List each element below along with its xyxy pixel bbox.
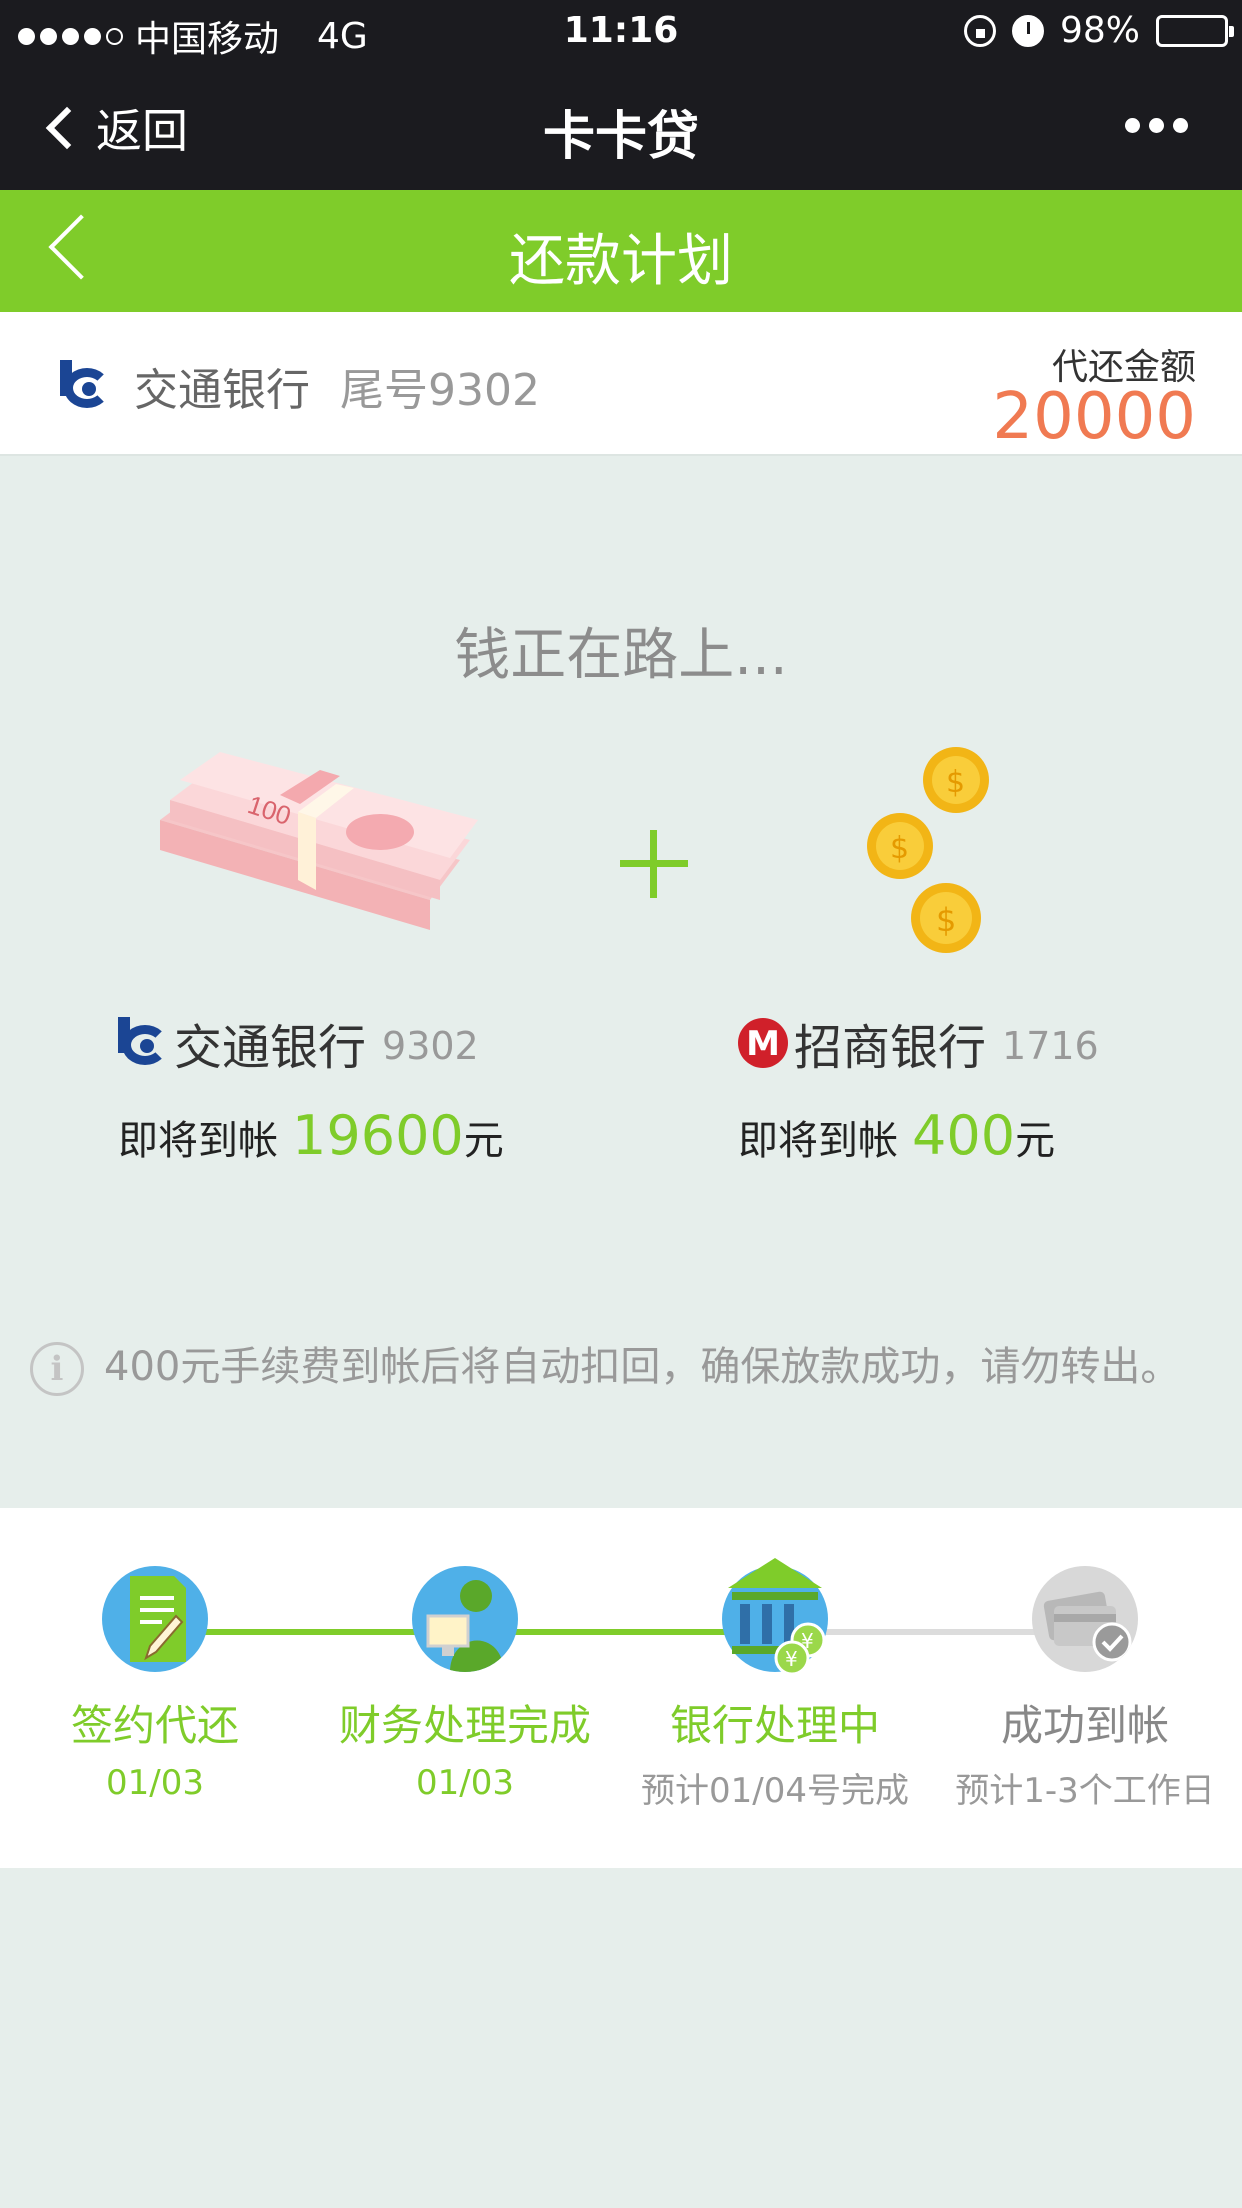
svg-text:$: $: [890, 831, 909, 866]
step-sign-name: 签约代还: [70, 1701, 239, 1750]
step-arrival-estimate: 预计1-3个工作日: [955, 1771, 1215, 1811]
rotation-lock-icon: [963, 14, 996, 47]
coins-icon: $ $ $: [867, 747, 989, 953]
cmb-logo-icon: [738, 1018, 788, 1068]
page-title: 还款计划: [509, 229, 733, 294]
left-bank: 交通银行 9302: [118, 1008, 479, 1078]
account-summary: 交通银行 尾号9302 代还金额 20000: [0, 312, 1242, 456]
info-icon: i: [30, 1342, 84, 1396]
right-bank-name: 招商银行: [794, 1020, 987, 1076]
fee-notice-text: 400元手续费到帐后将自动扣回，确保放款成功，请勿转出。: [104, 1344, 1181, 1390]
plus-icon: [620, 830, 688, 898]
right-arrival-label: 即将到帐: [738, 1118, 898, 1164]
status-bar: 中国移动 4G 11:16 98%: [0, 0, 1242, 62]
svg-text:¥: ¥: [801, 1629, 814, 1653]
account-bank: 交通银行 尾号9302: [60, 354, 540, 418]
repay-amount: 20000: [992, 380, 1196, 454]
transfer-heading: 钱正在路上...: [454, 623, 788, 688]
cash-stack-icon: 100: [160, 752, 478, 930]
more-options-icon[interactable]: [1125, 118, 1188, 133]
contract-sign-icon: [102, 1566, 208, 1672]
left-card-number: 9302: [382, 1024, 479, 1068]
progress-steps: 签约代还 01/03 财务处理完成 01/03 ¥ ¥ 银行处理中 预计01/0…: [0, 1508, 1242, 1868]
step-bank: ¥ ¥ 银行处理中 预计01/04号完成: [620, 1558, 930, 1812]
svg-text:$: $: [936, 901, 956, 939]
step-sign: 签约代还 01/03: [0, 1566, 310, 1803]
right-arrival-amount: 400: [912, 1104, 1016, 1167]
left-arrival: 即将到帐 19600 元: [118, 1104, 504, 1167]
left-arrival-unit: 元: [463, 1118, 504, 1164]
battery-icon: [1156, 14, 1234, 47]
account-tail-number: 尾号9302: [340, 365, 540, 416]
step-arrival: 成功到帐 预计1-3个工作日: [930, 1566, 1240, 1812]
bocom-logo-icon: [60, 360, 112, 412]
fee-notice: i 400元手续费到帐后将自动扣回，确保放款成功，请勿转出。: [30, 1342, 1200, 1398]
alarm-icon: [1011, 14, 1044, 47]
app-title: 卡卡贷: [542, 107, 699, 167]
right-arrival: 即将到帐 400 元: [738, 1104, 1055, 1167]
finance-staff-icon: [412, 1566, 518, 1672]
step-bank-name: 银行处理中: [669, 1701, 880, 1750]
step-arrival-name: 成功到帐: [1000, 1701, 1169, 1750]
right-arrival-unit: 元: [1015, 1118, 1056, 1164]
left-arrival-amount: 19600: [292, 1104, 464, 1167]
status-right: 98%: [963, 10, 1234, 51]
card-success-icon: [1032, 1566, 1138, 1672]
navigation-bar: 返回 卡卡贷: [0, 62, 1242, 190]
bocom-logo-icon: [118, 1017, 170, 1069]
bank-building-icon: ¥ ¥: [722, 1558, 828, 1676]
right-bank: 招商银行 1716: [738, 1008, 1099, 1078]
account-bank-name: 交通银行: [134, 365, 310, 416]
svg-text:$: $: [946, 765, 965, 800]
left-arrival-label: 即将到帐: [118, 1118, 278, 1164]
step-finance: 财务处理完成 01/03: [310, 1566, 620, 1803]
page-header: 还款计划: [0, 190, 1242, 312]
right-card-number: 1716: [1002, 1024, 1099, 1068]
step-sign-date: 01/03: [106, 1763, 204, 1803]
battery-percent: 98%: [1059, 10, 1140, 51]
step-finance-name: 财务处理完成: [338, 1701, 591, 1750]
left-bank-name: 交通银行: [174, 1020, 367, 1076]
step-bank-estimate: 预计01/04号完成: [641, 1771, 909, 1811]
svg-text:¥: ¥: [785, 1647, 798, 1671]
step-finance-date: 01/03: [416, 1763, 514, 1803]
